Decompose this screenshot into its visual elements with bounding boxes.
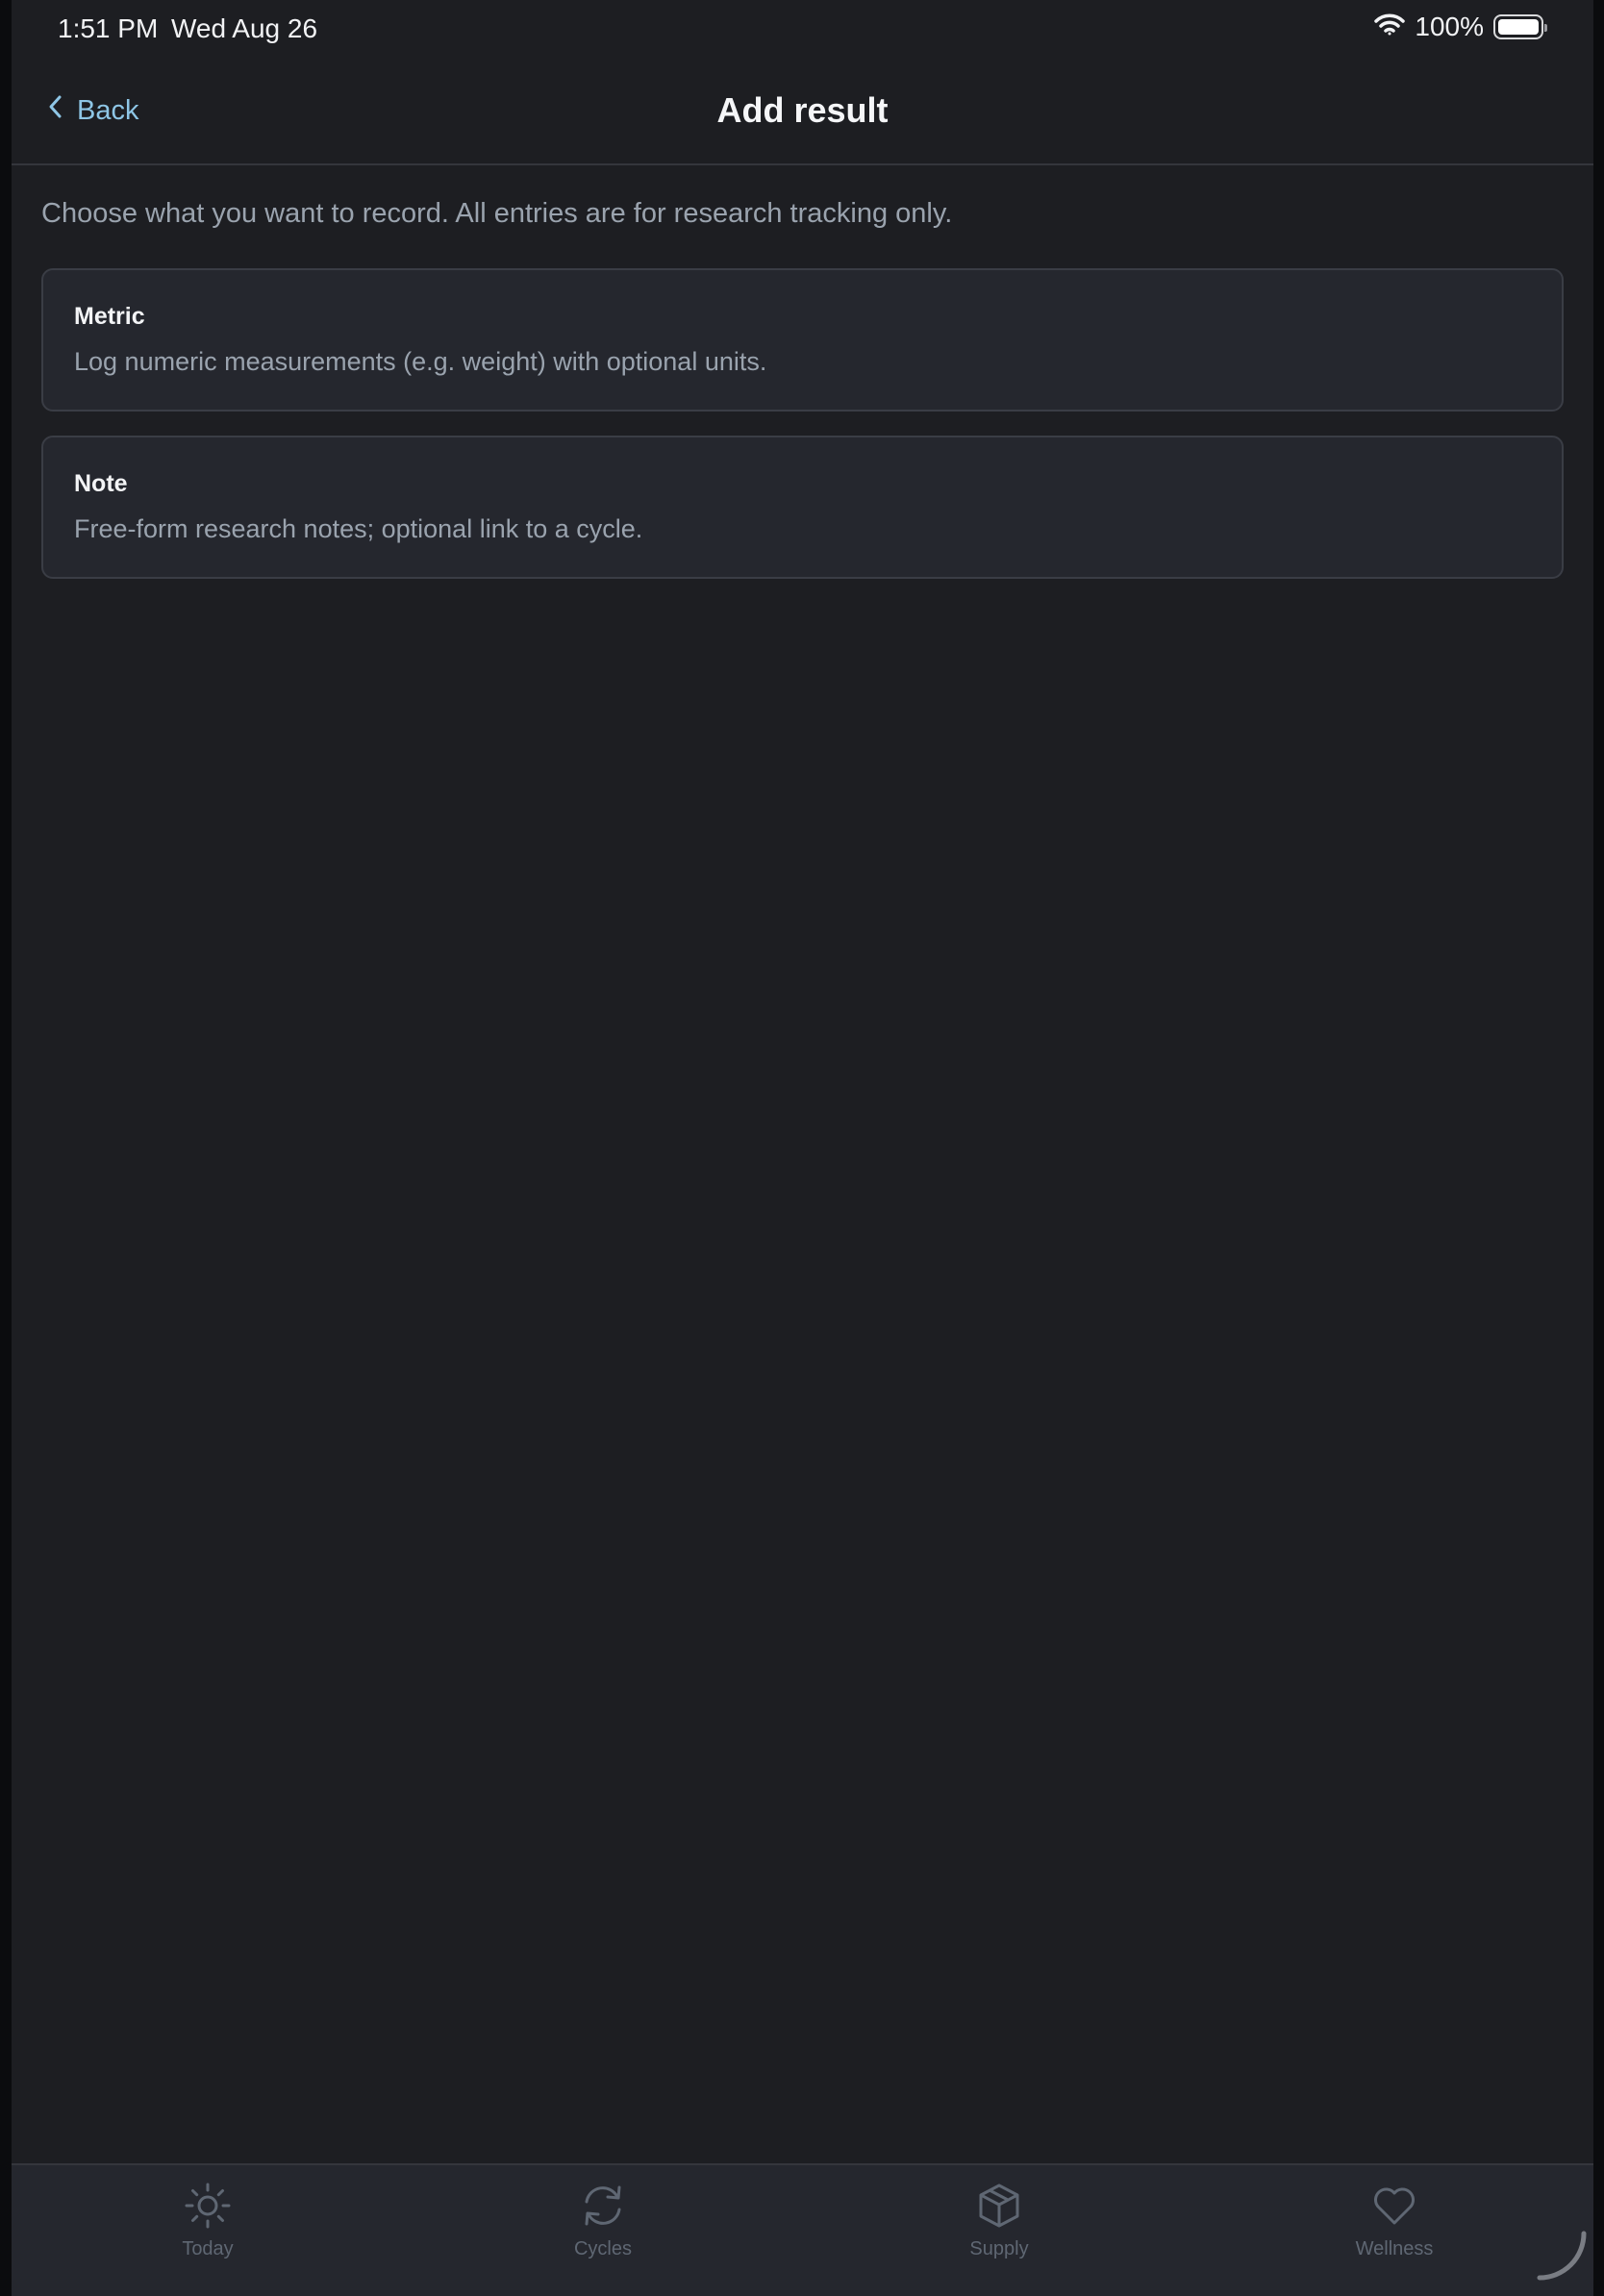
battery-percentage: 100% — [1415, 12, 1484, 41]
tab-supply[interactable]: Supply — [903, 2181, 1095, 2260]
tab-label: Cycles — [573, 2238, 632, 2259]
tab-bar: Today Cycles Supply Wellness — [12, 2163, 1593, 2296]
heart-icon — [1369, 2181, 1419, 2238]
metric-option-card[interactable]: Metric Log numeric measurements (e.g. we… — [41, 268, 1564, 412]
note-option-card[interactable]: Note Free-form research notes; optional … — [41, 436, 1564, 579]
option-title: Metric — [74, 303, 145, 330]
tab-cycles[interactable]: Cycles — [507, 2181, 699, 2260]
navigation-header: Back Add result — [12, 60, 1593, 165]
status-bar: 1:51 PM Wed Aug 26 100% — [12, 0, 1593, 60]
tab-label: Today — [182, 2238, 234, 2259]
wifi-icon — [1374, 12, 1406, 42]
box-icon — [974, 2181, 1024, 2238]
tab-label: Wellness — [1355, 2238, 1434, 2259]
refresh-icon — [578, 2181, 628, 2238]
app-screen: 1:51 PM Wed Aug 26 100% Back Add result … — [12, 0, 1593, 2296]
tab-wellness[interactable]: Wellness — [1298, 2181, 1491, 2260]
option-description: Free-form research notes; optional link … — [74, 514, 643, 543]
home-indicator-icon — [1536, 2230, 1588, 2286]
status-indicators: 100% — [1374, 12, 1547, 42]
intro-text: Choose what you want to record. All entr… — [41, 198, 953, 229]
option-title: Note — [74, 470, 128, 497]
battery-level — [1498, 19, 1539, 35]
option-description: Log numeric measurements (e.g. weight) w… — [74, 347, 767, 376]
status-time: 1:51 PM — [58, 13, 159, 43]
battery-icon — [1493, 14, 1547, 39]
page-title: Add result — [716, 90, 889, 130]
sun-icon — [183, 2181, 233, 2238]
status-date: Wed Aug 26 — [171, 13, 318, 43]
tab-today[interactable]: Today — [112, 2181, 304, 2260]
tab-label: Supply — [969, 2238, 1029, 2259]
